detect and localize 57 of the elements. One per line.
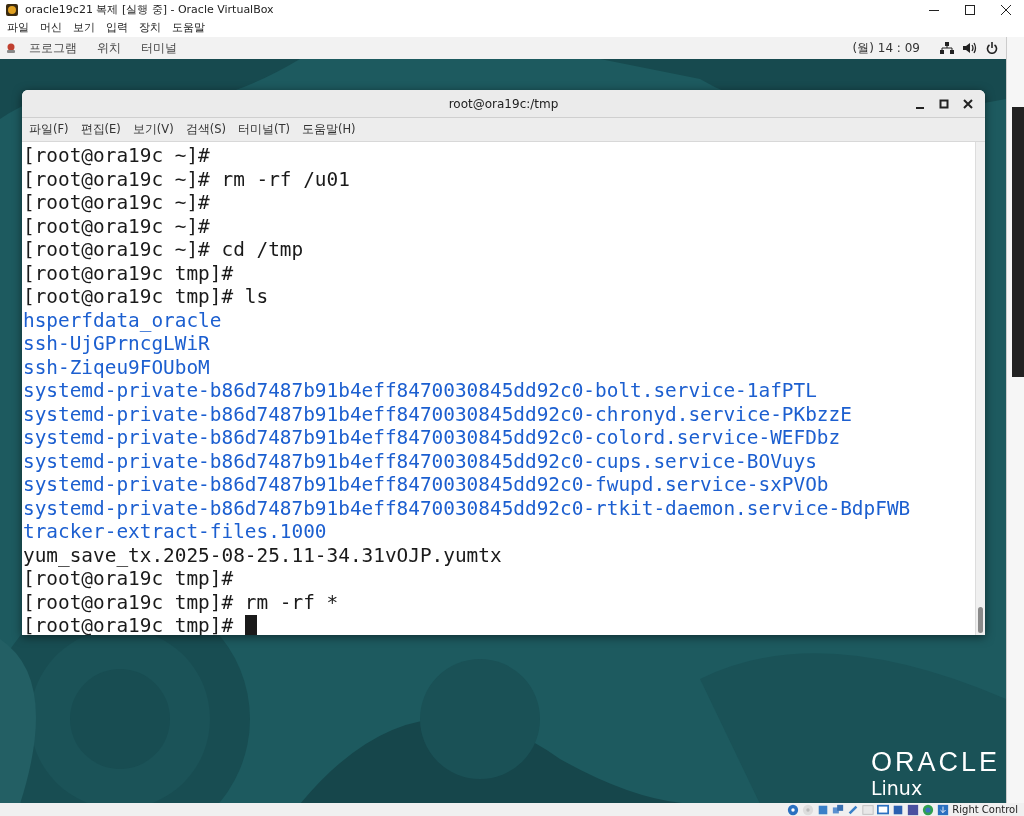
clock[interactable]: (월) 14 : 09	[852, 39, 920, 57]
command-line: [root@ora19c tmp]#	[23, 567, 234, 591]
maximize-icon	[939, 99, 949, 109]
file-name: hsperfdata_oracle	[23, 308, 222, 332]
file-name: systemd-private-b86d7487b91b4eff8470030845dd92c0-rtkit-daemon.service-BdpFWB	[23, 496, 911, 520]
menu-item[interactable]: 검색(S)	[180, 120, 231, 139]
menu-item[interactable]: 입력	[102, 21, 135, 35]
logo-subtitle: Linux	[870, 777, 923, 799]
download-icon	[937, 803, 950, 816]
maximize-icon	[965, 4, 975, 15]
menu-item[interactable]: 머신	[36, 21, 69, 35]
text-cursor	[244, 615, 257, 635]
menu-item[interactable]: 장치	[135, 21, 168, 35]
file-name: systemd-private-b86d7487b91b4eff8470030845dd92c0-chronyd.service-PKbzzE	[23, 402, 852, 426]
logo-text: ORACLE	[870, 747, 1000, 777]
top-bar-menu[interactable]: 터미널	[133, 39, 185, 57]
menu-item[interactable]: 보기(V)	[127, 120, 179, 139]
command-line: [root@ora19c ~]# rm -rf /u01	[23, 167, 350, 191]
top-bar-menu[interactable]: 프로그램	[21, 39, 85, 57]
file-name: systemd-private-b86d7487b91b4eff8470030845dd92c0-colord.service-WEFDbz	[23, 426, 841, 450]
file-name: systemd-private-b86d7487b91b4eff8470030845dd92c0-cups.service-BOVuys	[23, 449, 817, 473]
file-name: systemd-private-b86d7487b91b4eff8470030845dd92c0-bolt.service-1afPTL	[23, 379, 817, 403]
app-icon	[5, 2, 19, 17]
menu-item[interactable]: 도움말(H)	[296, 120, 361, 139]
file-name: tracker-extract-files.1000	[23, 520, 327, 544]
disc-icon	[787, 803, 800, 816]
file-name: ssh-Ziqeu9FOUboM	[23, 355, 210, 379]
optical-disc-icon	[802, 803, 815, 816]
menu-item[interactable]: 파일	[3, 21, 36, 35]
command-line: [root@ora19c ~]#	[23, 214, 210, 238]
window-title: root@ora19c:/tmp	[448, 96, 559, 111]
host-key-label: Right Control	[952, 804, 1018, 815]
network-icon[interactable]	[940, 42, 954, 54]
command-line: [root@ora19c tmp]#	[23, 261, 234, 285]
command-line: [root@ora19c tmp]# rm -rf *	[23, 590, 339, 614]
file-name: ssh-UjGPrncgLWiR	[23, 332, 210, 356]
scrollbar-thumb[interactable]	[978, 607, 983, 633]
volume-icon[interactable]	[963, 42, 977, 54]
apps-icon	[5, 42, 17, 54]
window-title: oracle19c21 복제 [실행 중] - Oracle VirtualBox	[25, 2, 275, 17]
display-icon	[877, 803, 890, 816]
command-line: [root@ora19c ~]# cd /tmp	[23, 238, 304, 262]
command-line: [root@ora19c ~]#	[23, 144, 210, 168]
close-icon	[963, 99, 973, 109]
file-name: yum_save_tx.2025-08-25.11-34.31vOJP.yumtx	[23, 543, 502, 567]
minimize-icon	[916, 107, 924, 109]
menu-item[interactable]: 도움말	[168, 21, 212, 35]
power-icon[interactable]	[986, 42, 998, 54]
top-bar-menu[interactable]: 위치	[89, 39, 129, 57]
command-line: [root@ora19c ~]#	[23, 191, 210, 215]
menu-item[interactable]: 터미널(T)	[232, 120, 295, 139]
file-name: systemd-private-b86d7487b91b4eff8470030845dd92c0-fwupd.service-sxPVOb	[23, 473, 829, 497]
menu-item[interactable]: 파일(F)	[24, 120, 74, 139]
command-line: [root@ora19c tmp]# ls	[23, 285, 269, 309]
menu-item[interactable]: 보기	[69, 21, 102, 35]
menu-item[interactable]: 편집(E)	[75, 120, 126, 139]
close-icon	[1001, 4, 1011, 15]
